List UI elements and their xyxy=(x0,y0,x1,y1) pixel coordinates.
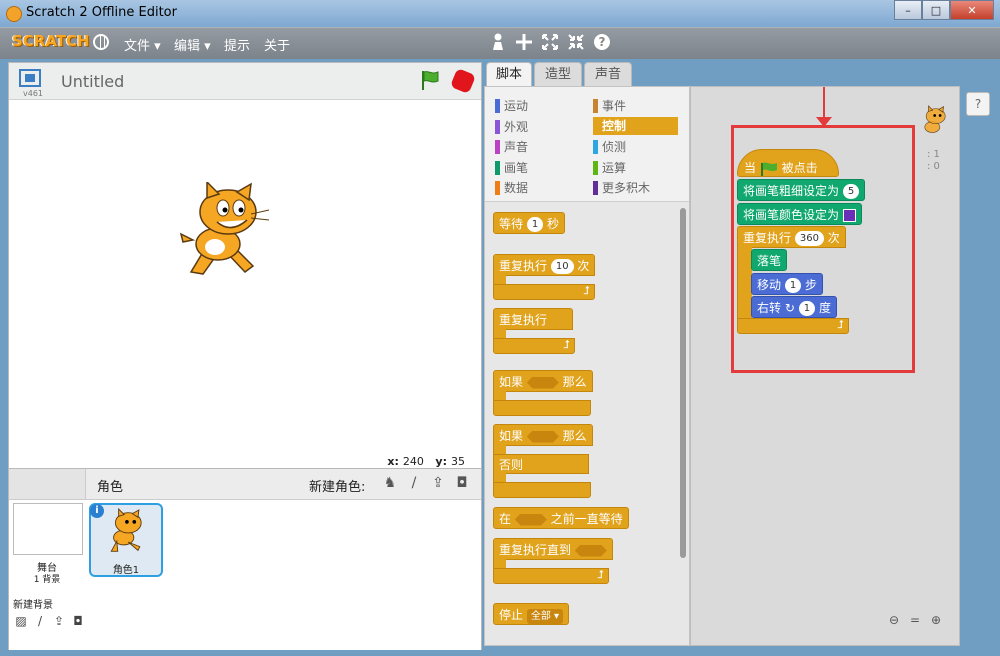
block-stop[interactable]: 停止 全部 ▾ xyxy=(493,603,570,625)
annotation-highlight-box xyxy=(731,125,915,373)
upload-backdrop-icon[interactable]: ⇪ xyxy=(51,613,67,629)
version-label: v461 xyxy=(23,89,44,98)
new-sprite-label: 新建角色: xyxy=(309,480,366,495)
window-titlebar: Scratch 2 Offline Editor – □ ✕ xyxy=(0,0,1000,27)
upload-sprite-icon[interactable]: ⇪ xyxy=(429,474,447,492)
block-forever[interactable]: 重复执行 xyxy=(493,308,573,330)
mouse-coordinates: x: 240 y: 35 xyxy=(379,455,465,468)
help-panel-button[interactable]: ? xyxy=(966,92,990,116)
sprite-panel-header-left xyxy=(9,469,86,500)
backdrop-count: 1 背景 xyxy=(33,575,61,585)
menu-about[interactable]: 关于 xyxy=(264,35,290,54)
green-flag-icon[interactable] xyxy=(419,69,441,91)
zoom-controls: ⊖ = ⊕ xyxy=(885,611,945,629)
block-palette: 运动 外观 声音 画笔 数据 事件 控制 侦测 运算 更多积木 等待 1 秒 重… xyxy=(484,86,690,646)
help-icon[interactable]: ? xyxy=(592,33,612,53)
sprites-label: 角色 xyxy=(97,480,124,495)
duplicate-icon[interactable] xyxy=(488,33,508,53)
menu-file[interactable]: 文件 ▾ xyxy=(124,35,161,54)
menu-edit[interactable]: 编辑 ▾ xyxy=(174,35,211,54)
zoom-reset-icon[interactable]: = xyxy=(906,611,924,629)
stop-icon[interactable] xyxy=(449,67,477,95)
sprite-thumbnail[interactable]: i 角色1 xyxy=(89,503,163,577)
menubar: SCRATCH 文件 ▾ 编辑 ▾ 提示 关于 ? xyxy=(0,27,1000,59)
new-sprite-tools: ♞ / ⇪ ◘ xyxy=(381,474,471,492)
minimize-button[interactable]: – xyxy=(894,0,922,20)
window-title: Scratch 2 Offline Editor xyxy=(26,5,177,20)
cat-sprite-image[interactable] xyxy=(173,182,273,282)
block-else-label: 否则 xyxy=(493,454,589,474)
block-repeat-until[interactable]: 重复执行直到 xyxy=(493,538,613,560)
app-icon xyxy=(6,6,22,22)
menu-tips[interactable]: 提示 xyxy=(224,35,250,54)
category-sensing[interactable]: 侦测 xyxy=(593,138,626,156)
sprite-position-readout: : 1 : 0 xyxy=(927,149,940,173)
mouse-y-value: 35 xyxy=(451,455,465,468)
palette-blocks: 等待 1 秒 重复执行 10 次 ⮥ 重复执行 ⮥ 如果 那么 如果 那么 否则… xyxy=(485,202,689,645)
sprite-name: 角色1 xyxy=(112,565,140,576)
block-wait-until[interactable]: 在 之前一直等待 xyxy=(493,507,629,529)
sprite-x-readout: : 1 xyxy=(927,149,940,160)
stop-option-dropdown[interactable]: 全部 ▾ xyxy=(526,609,564,624)
paint-new-sprite-icon[interactable]: / xyxy=(405,474,423,492)
backdrop-library-icon[interactable]: ▨ xyxy=(13,613,29,629)
sprite-y-readout: : 0 xyxy=(927,161,940,172)
new-backdrop-label: 新建背景 xyxy=(13,600,53,611)
current-sprite-icon xyxy=(924,105,946,133)
block-if-then[interactable]: 如果 那么 xyxy=(493,370,593,392)
zoom-out-icon[interactable]: ⊖ xyxy=(885,611,903,629)
tab-costumes[interactable]: 造型 xyxy=(534,62,582,87)
camera-sprite-icon[interactable]: ◘ xyxy=(453,474,471,492)
category-looks[interactable]: 外观 xyxy=(495,118,528,136)
mouse-x-label: x: xyxy=(387,455,399,468)
project-title[interactable]: Untitled xyxy=(61,72,124,91)
choose-sprite-from-library-icon[interactable]: ♞ xyxy=(381,474,399,492)
paint-backdrop-icon[interactable]: / xyxy=(32,613,48,629)
stage-panel: v461 Untitled x: 240 y: 35 xyxy=(8,62,482,470)
svg-text:?: ? xyxy=(599,35,606,49)
category-data[interactable]: 数据 xyxy=(495,179,528,197)
mouse-y-label: y: xyxy=(435,455,447,468)
category-more-blocks[interactable]: 更多积木 xyxy=(593,179,650,197)
window-controls: – □ ✕ xyxy=(894,0,994,20)
stage-canvas[interactable] xyxy=(9,100,481,450)
category-events[interactable]: 事件 xyxy=(593,97,626,115)
category-motion[interactable]: 运动 xyxy=(495,97,528,115)
camera-backdrop-icon[interactable]: ◘ xyxy=(70,613,86,629)
delete-icon[interactable] xyxy=(514,33,534,53)
language-globe-icon[interactable] xyxy=(93,34,109,50)
cat-thumbnail-image xyxy=(110,507,142,552)
palette-scrollbar[interactable] xyxy=(680,208,686,558)
category-operators[interactable]: 运算 xyxy=(593,159,626,177)
stage-header: v461 Untitled xyxy=(9,63,481,100)
block-if-else[interactable]: 如果 那么 xyxy=(493,424,593,446)
category-control[interactable]: 控制 xyxy=(593,117,678,135)
presentation-mode-icon[interactable] xyxy=(19,69,41,87)
mouse-x-value: 240 xyxy=(402,455,424,468)
sprite-panel: 角色 新建角色: ♞ / ⇪ ◘ 舞台 1 背景 新建背景 ▨ / ⇪ ◘ i … xyxy=(8,468,482,652)
block-repeat[interactable]: 重复执行 10 次 xyxy=(493,254,596,276)
zoom-in-icon[interactable]: ⊕ xyxy=(927,611,945,629)
scratch-logo[interactable]: SCRATCH xyxy=(12,32,90,50)
info-icon[interactable]: i xyxy=(90,504,104,518)
script-area[interactable]: : 1 : 0 当 被点击 将画笔粗细设定为 5 将画笔颜色设定为 重复执行 3… xyxy=(690,86,960,646)
cursor-tools: ? xyxy=(488,33,612,53)
maximize-button[interactable]: □ xyxy=(922,0,950,20)
block-wait[interactable]: 等待 1 秒 xyxy=(493,212,566,234)
tab-scripts[interactable]: 脚本 xyxy=(486,62,532,88)
close-button[interactable]: ✕ xyxy=(950,0,994,20)
grow-icon[interactable] xyxy=(540,33,560,53)
annotation-arrow-line xyxy=(823,87,825,121)
category-sound[interactable]: 声音 xyxy=(495,138,528,156)
tab-sounds[interactable]: 声音 xyxy=(584,62,632,87)
stage-thumbnail[interactable] xyxy=(13,503,83,555)
block-categories: 运动 外观 声音 画笔 数据 事件 控制 侦测 运算 更多积木 xyxy=(485,87,689,202)
window-bottom-edge xyxy=(0,650,1000,656)
category-pen[interactable]: 画笔 xyxy=(495,159,528,177)
shrink-icon[interactable] xyxy=(566,33,586,53)
new-backdrop-tools: ▨ / ⇪ ◘ xyxy=(13,613,86,629)
